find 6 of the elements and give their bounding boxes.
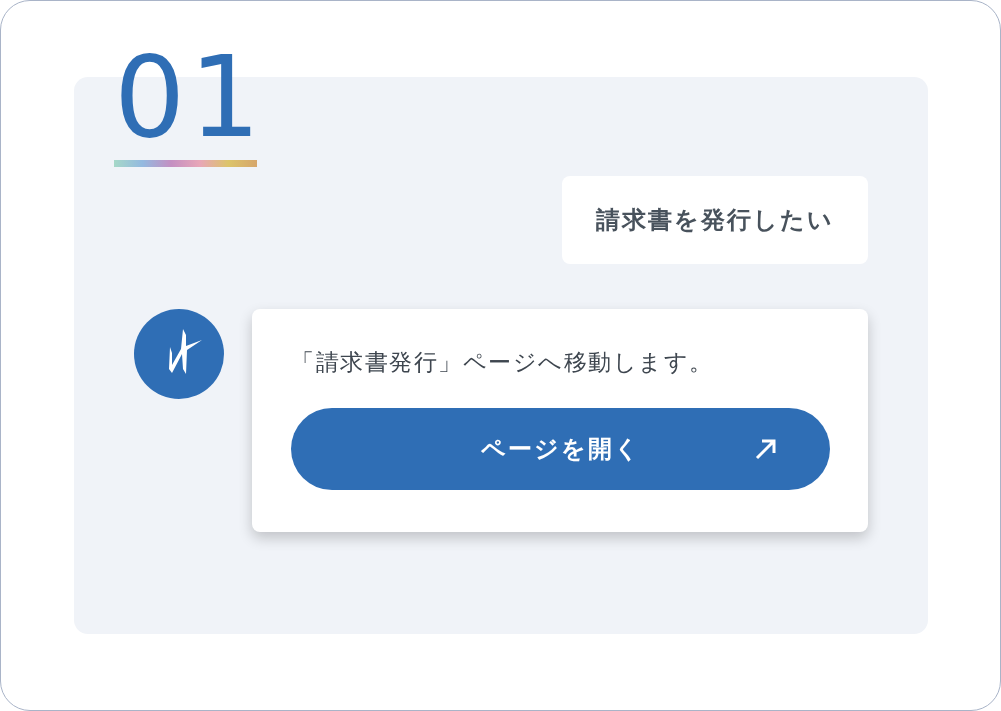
open-page-button[interactable]: ページを開く <box>291 408 830 490</box>
step-number: 01 <box>114 37 265 157</box>
bot-avatar-icon <box>134 309 224 399</box>
arrow-icon <box>754 437 778 461</box>
reply-text: 「請求書発行」ページへ移動します。 <box>291 348 715 377</box>
user-message: 請求書を発行したい <box>562 176 868 264</box>
